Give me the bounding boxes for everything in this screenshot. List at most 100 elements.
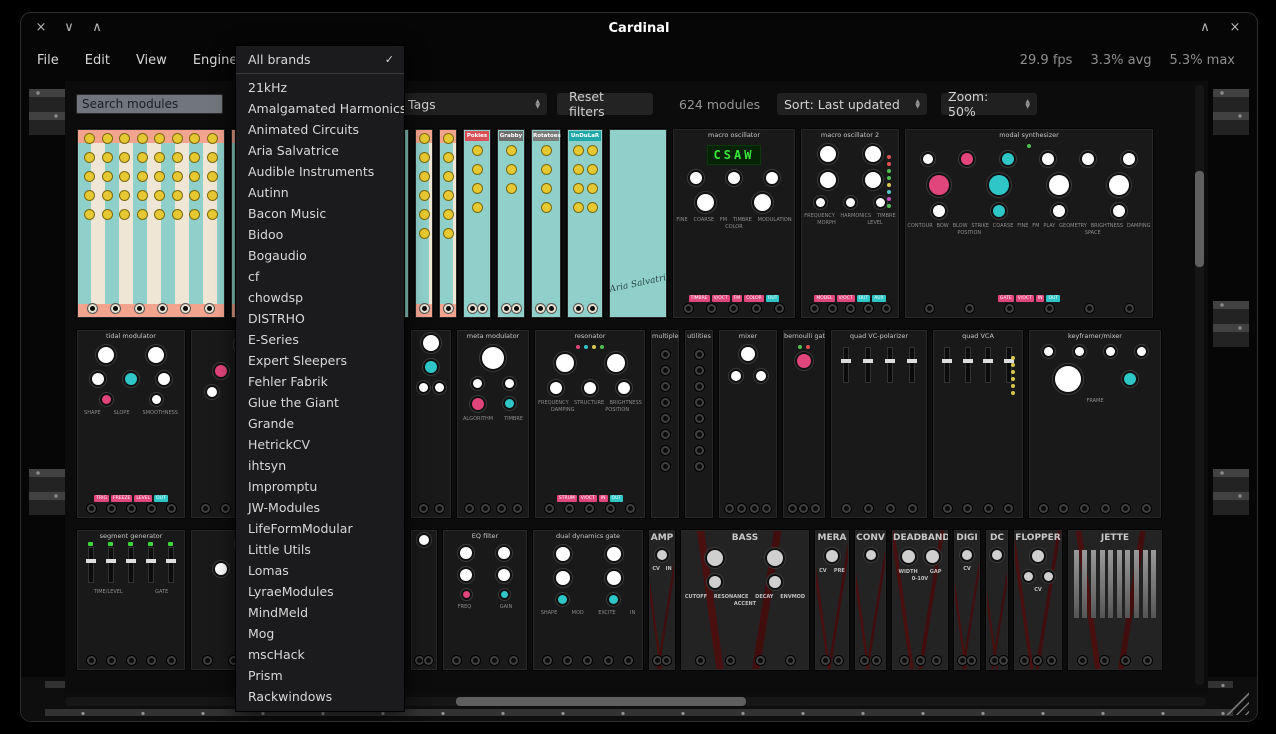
- module-card[interactable]: MERACVPRE: [814, 529, 850, 671]
- module-card[interactable]: [438, 128, 458, 319]
- brand-menu-item[interactable]: Mog: [236, 623, 404, 644]
- module-card[interactable]: meta modulatorALGORITHMTIMBRE: [456, 329, 530, 519]
- brand-menu-item[interactable]: Little Utils: [236, 539, 404, 560]
- module-count: 624 modules: [679, 97, 760, 112]
- module-card[interactable]: Aria Salvatrice: [608, 128, 668, 319]
- menu-file[interactable]: File: [27, 49, 69, 72]
- brand-menu-item[interactable]: JW-Modules: [236, 497, 404, 518]
- brand-menu-item[interactable]: Audible Instruments: [236, 161, 404, 182]
- brand-menu-item[interactable]: Bidoo: [236, 224, 404, 245]
- jack-icon: [788, 504, 797, 513]
- reset-filters-button[interactable]: Reset filters: [557, 93, 653, 115]
- horizontal-scrollbar-thumb[interactable]: [456, 697, 746, 706]
- module-card[interactable]: BASSCUTOFFRESONANCEDECAYENVMODACCENT: [680, 529, 810, 671]
- module-card[interactable]: utilities: [684, 329, 714, 519]
- module-card[interactable]: mixer: [718, 329, 778, 519]
- pipe-icon: [1108, 550, 1113, 618]
- module-card[interactable]: tidal modulatorSHAPESLOPESMOOTHNESSTRIGF…: [76, 329, 186, 519]
- slider-icon: [944, 347, 950, 383]
- module-card[interactable]: DIGICV: [953, 529, 981, 671]
- module-card[interactable]: JETTE: [1067, 529, 1163, 671]
- module-card[interactable]: keyframer/mixerFRAME: [1028, 329, 1162, 519]
- brand-menu-item[interactable]: Amalgamated Harmonics: [236, 98, 404, 119]
- module-card[interactable]: [414, 128, 434, 319]
- brand-menu-item[interactable]: chowdsp: [236, 287, 404, 308]
- brand-menu-item[interactable]: Bogaudio: [236, 245, 404, 266]
- module-card[interactable]: UnDuLaR: [566, 128, 604, 319]
- module-card[interactable]: quad VCA: [932, 329, 1024, 519]
- brand-menu-item[interactable]: Animated Circuits: [236, 119, 404, 140]
- module-card[interactable]: DEADBANDWIDTHGAP0-10V: [891, 529, 949, 671]
- jack-icon: [1078, 656, 1087, 665]
- brand-menu-item[interactable]: Rackwindows: [236, 686, 404, 707]
- jack-icon: [967, 656, 976, 665]
- brand-menu-item[interactable]: Fehler Fabrik: [236, 371, 404, 392]
- brand-menu-item[interactable]: E-Series: [236, 329, 404, 350]
- tags-filter-dropdown[interactable]: Tags ▲▼: [401, 93, 547, 115]
- jack-icon: [1143, 656, 1152, 665]
- module-card[interactable]: DC: [985, 529, 1009, 671]
- module-label: WIDTH: [899, 569, 918, 575]
- module-card[interactable]: bernoulli gate: [782, 329, 826, 519]
- brand-menu-item[interactable]: Bacon Music: [236, 203, 404, 224]
- module-card[interactable]: Pokies: [462, 128, 492, 319]
- module-card[interactable]: modal synthesizerCONTOURBOWBLOWSTRIKECOA…: [904, 128, 1154, 319]
- led-icon: [1011, 384, 1015, 388]
- module-label: MOD: [572, 610, 584, 616]
- brand-menu-item[interactable]: mscHack: [236, 644, 404, 665]
- module-card[interactable]: segment generatorTIME/LEVELGATE: [76, 529, 186, 671]
- brand-menu-item[interactable]: Prism: [236, 665, 404, 686]
- module-card[interactable]: multiples: [650, 329, 680, 519]
- module-card[interactable]: EQ filterFREQGAIN: [442, 529, 528, 671]
- module-card[interactable]: [410, 329, 452, 519]
- brand-menu-item[interactable]: 21kHz: [236, 77, 404, 98]
- brand-menu-item-selected[interactable]: All brands✓: [236, 49, 404, 70]
- knob-icon: [138, 172, 147, 181]
- brand-menu-item[interactable]: LyraeModules: [236, 581, 404, 602]
- module-card[interactable]: [76, 128, 226, 319]
- float-window-icon[interactable]: ∧: [1197, 19, 1213, 37]
- module-card[interactable]: FLOPPERCV: [1013, 529, 1063, 671]
- brand-menu-item[interactable]: HetrickCV: [236, 434, 404, 455]
- module-card[interactable]: AMPCVIN: [648, 529, 676, 671]
- vertical-scrollbar-thumb[interactable]: [1195, 171, 1204, 267]
- slider-icon: [985, 347, 991, 383]
- close-plugin-icon[interactable]: ×: [1227, 19, 1243, 37]
- module-card[interactable]: [410, 529, 438, 671]
- brand-menu-item[interactable]: cf: [236, 266, 404, 287]
- jack-icon: [471, 656, 480, 665]
- module-card[interactable]: macro oscillatorCSAWFINECOARSEFMTIMBREMO…: [672, 128, 796, 319]
- brand-menu-item[interactable]: Glue the Giant: [236, 392, 404, 413]
- module-card[interactable]: dual dynamics gateSHAPEMODEXCITEIN: [532, 529, 644, 671]
- brand-menu-item[interactable]: MindMeld: [236, 602, 404, 623]
- brand-menu-item[interactable]: DISTRHO: [236, 308, 404, 329]
- vertical-scrollbar[interactable]: [1195, 85, 1204, 685]
- jack-icon: [1125, 304, 1134, 313]
- sort-dropdown[interactable]: Sort: Last updated ▲▼: [777, 93, 927, 115]
- brand-menu-item[interactable]: Impromptu: [236, 476, 404, 497]
- jack-icon: [1085, 304, 1094, 313]
- module-card[interactable]: CONV: [854, 529, 887, 671]
- menu-edit[interactable]: Edit: [75, 49, 120, 72]
- brand-menu-item[interactable]: Lomas: [236, 560, 404, 581]
- zoom-dropdown[interactable]: Zoom: 50% ▲▼: [941, 93, 1037, 115]
- sort-label: Sort: Last updated: [784, 97, 900, 112]
- brand-menu-item[interactable]: Aria Salvatrice: [236, 140, 404, 161]
- port-chip: MODEL: [814, 295, 834, 302]
- menu-view[interactable]: View: [126, 49, 177, 72]
- knob-icon: [542, 146, 551, 155]
- module-card[interactable]: quad VC-polarizer: [830, 329, 928, 519]
- module-card[interactable]: Rotatoes: [530, 128, 562, 319]
- module-card[interactable]: resonatorFREQUENCYSTRUCTUREBRIGHTNESSDAM…: [534, 329, 646, 519]
- module-card[interactable]: Grabby: [496, 128, 526, 319]
- port-chips: GATEV/OCTINOUT: [907, 295, 1151, 302]
- rack-rail: [1213, 301, 1249, 347]
- brand-menu-item[interactable]: ihtsyn: [236, 455, 404, 476]
- brand-menu-item[interactable]: Expert Sleepers: [236, 350, 404, 371]
- brand-menu-item[interactable]: LifeFormModular: [236, 518, 404, 539]
- jack-icon: [661, 446, 670, 455]
- search-input[interactable]: Search modules: [76, 94, 223, 114]
- module-card[interactable]: macro oscillator 2FREQUENCYHARMONICSTIMB…: [800, 128, 900, 319]
- brand-menu-item[interactable]: Grande: [236, 413, 404, 434]
- brand-menu-item[interactable]: Autinn: [236, 182, 404, 203]
